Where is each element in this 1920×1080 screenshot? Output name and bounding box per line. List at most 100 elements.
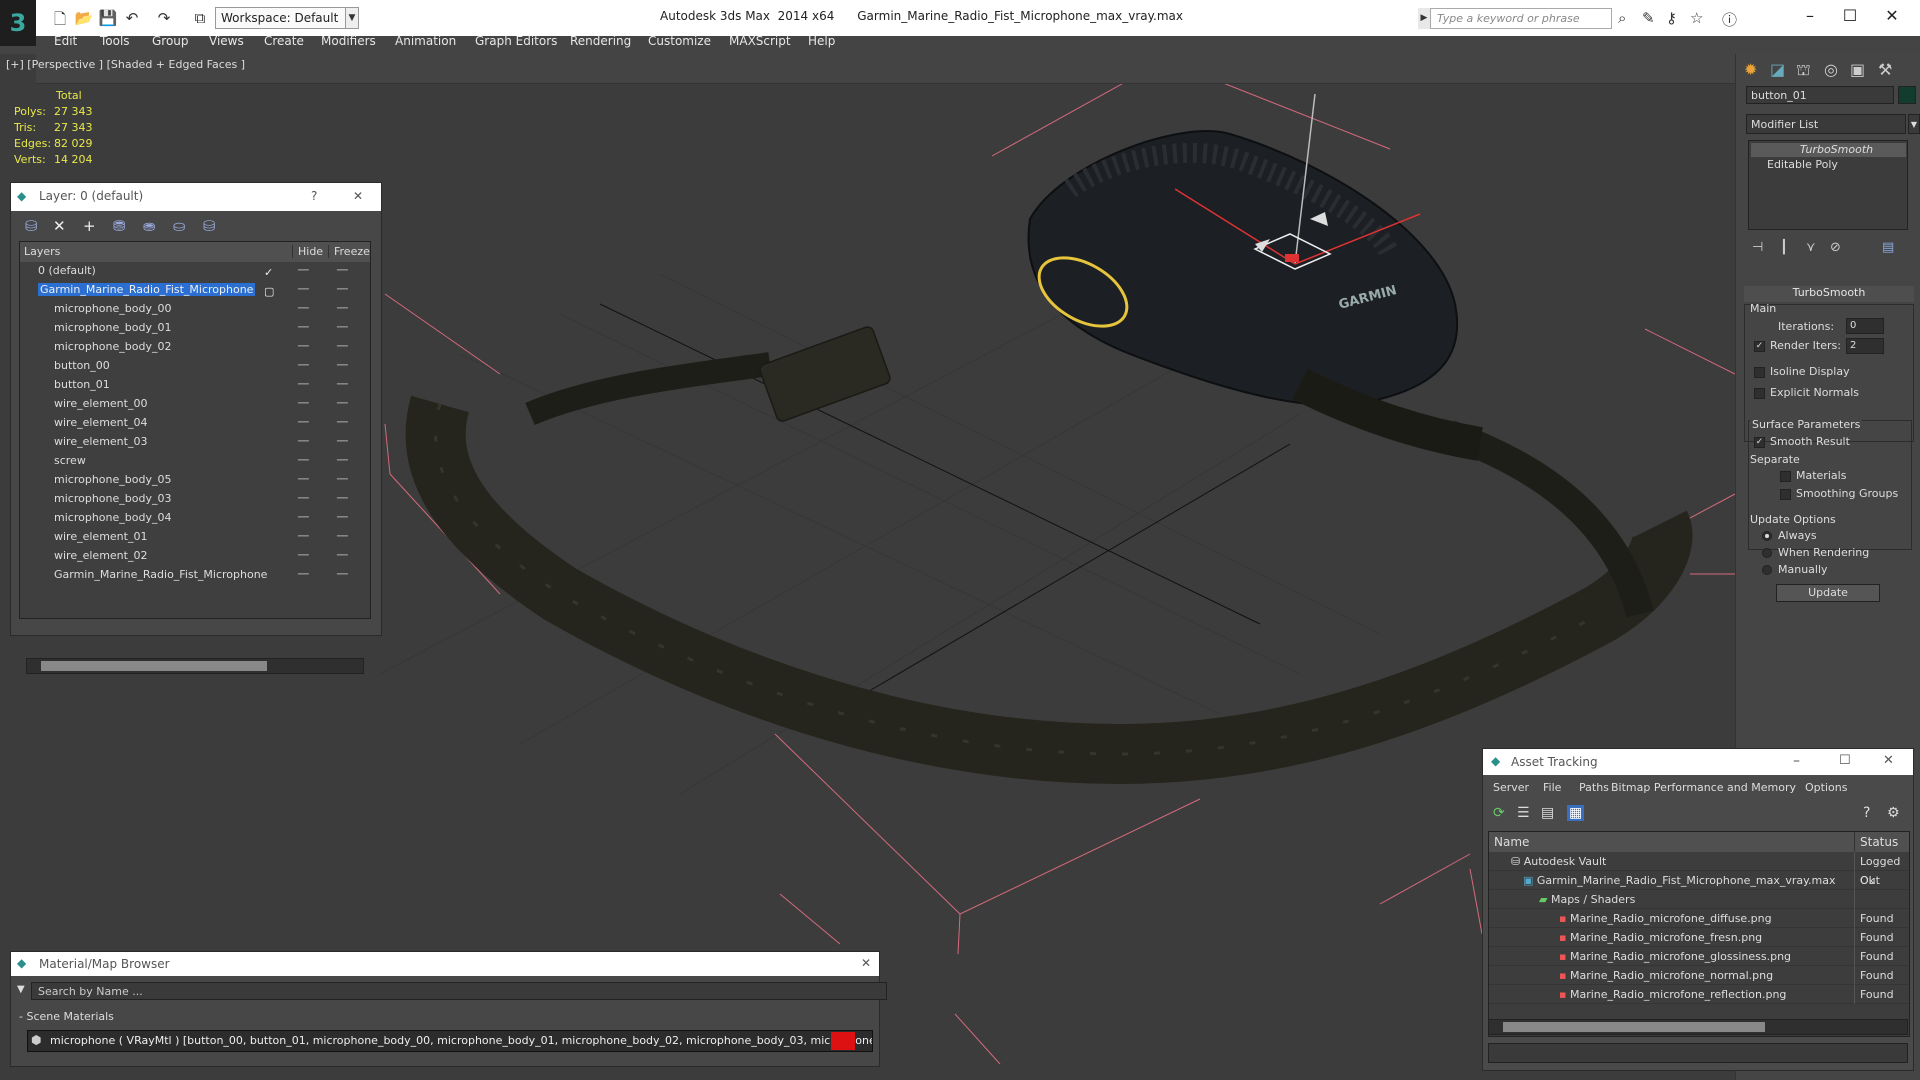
help-icon[interactable]: ⓘ <box>1722 9 1737 30</box>
close-button[interactable]: ✕ <box>1872 6 1912 25</box>
favorites-star-icon[interactable]: ☆ <box>1690 9 1703 27</box>
iterations-spinner[interactable]: 0 <box>1846 318 1884 334</box>
undo-icon[interactable]: ↶ <box>122 9 142 27</box>
menu-graph-editors[interactable]: Graph Editors <box>475 34 557 48</box>
menu-group[interactable]: Group <box>152 34 189 48</box>
layer-row[interactable]: button_01 ━━ ━━ <box>20 376 370 395</box>
layer-row[interactable]: wire_element_02 ━━ ━━ <box>20 547 370 566</box>
horizontal-scrollbar[interactable] <box>26 658 364 674</box>
menu-file[interactable]: File <box>1543 781 1561 794</box>
modify-tab-icon[interactable]: ◪ <box>1770 60 1785 79</box>
menu-rendering[interactable]: Rendering <box>570 34 631 48</box>
layer-row[interactable]: button_00 ━━ ━━ <box>20 357 370 376</box>
object-name-field[interactable]: button_01 <box>1746 86 1894 104</box>
maximize-button[interactable]: ☐ <box>1839 753 1851 768</box>
layer-row[interactable]: microphone_body_04 ━━ ━━ <box>20 509 370 528</box>
hide-all-icon[interactable]: ⛀ <box>173 217 186 235</box>
material-item[interactable]: microphone ( VRayMtl ) [button_00, butto… <box>27 1030 873 1052</box>
when-rendering-radio[interactable] <box>1762 548 1772 558</box>
redo-icon[interactable]: ↷ <box>154 9 174 27</box>
settings-icon[interactable]: ⚙ <box>1887 805 1900 821</box>
menu-paths[interactable]: Paths <box>1579 781 1609 794</box>
asset-row[interactable]: ▪ Marine_Radio_microfone_reflection.png F… <box>1489 985 1909 1004</box>
menu-views[interactable]: Views <box>209 34 244 48</box>
menu-create[interactable]: Create <box>264 34 304 48</box>
menu-animation[interactable]: Animation <box>395 34 456 48</box>
isoline-checkbox[interactable] <box>1754 367 1765 378</box>
detail-view-icon[interactable]: ▤ <box>1541 805 1554 821</box>
menu-bitmap-performance[interactable]: Bitmap Performance and Memory <box>1611 781 1796 794</box>
asset-row[interactable]: ▪ Marine_Radio_microfone_normal.png Found <box>1489 966 1909 985</box>
save-icon[interactable]: 💾 <box>98 9 118 27</box>
show-end-result-icon[interactable]: ┃ <box>1780 240 1788 255</box>
hierarchy-tab-icon[interactable]: ⛫ <box>1796 60 1811 81</box>
smooth-result-checkbox[interactable]: ✓ <box>1754 437 1765 448</box>
horizontal-scrollbar[interactable] <box>1488 1019 1908 1035</box>
layer-row[interactable]: microphone_body_03 ━━ ━━ <box>20 490 370 509</box>
minimize-button[interactable]: – <box>1790 6 1830 25</box>
chevron-right-icon[interactable]: ▶ <box>1418 8 1430 29</box>
menu-tools[interactable]: Tools <box>100 34 130 48</box>
scene-materials-section[interactable]: - Scene Materials <box>19 1010 875 1026</box>
col-hide[interactable]: Hide <box>292 245 323 258</box>
search-options-icon[interactable]: ▼ <box>17 984 25 995</box>
minimize-button[interactable]: – <box>1793 753 1800 769</box>
menu-help[interactable]: Help <box>808 34 835 48</box>
search-input[interactable]: Type a keyword or phrase <box>1430 8 1612 29</box>
col-freeze[interactable]: Freeze <box>328 245 370 258</box>
asset-row[interactable]: ▪ Marine_Radio_microfone_diffuse.png Foun… <box>1489 909 1909 928</box>
refresh-icon[interactable]: ⟳ <box>1493 805 1505 821</box>
asset-row[interactable]: ▰ Maps / Shaders <box>1489 890 1909 909</box>
chevron-down-icon[interactable]: ▼ <box>345 7 359 29</box>
menu-customize[interactable]: Customize <box>648 34 711 48</box>
chevron-down-icon[interactable]: ▼ <box>1908 114 1920 134</box>
binoculars-icon[interactable]: ⌕ <box>1618 9 1626 27</box>
asset-row[interactable]: ⛁ Autodesk Vault Logged Out <box>1489 852 1909 887</box>
layer-row[interactable]: microphone_body_00 ━━ ━━ <box>20 300 370 319</box>
materials-checkbox[interactable] <box>1780 471 1791 482</box>
close-icon[interactable]: ✕ <box>353 189 363 203</box>
open-file-icon[interactable]: 📂 <box>74 9 94 27</box>
col-status[interactable]: Status <box>1854 832 1898 852</box>
app-logo-icon[interactable]: 3 <box>0 0 36 46</box>
stack-item-editable-poly[interactable]: Editable Poly <box>1751 158 1906 172</box>
asset-row[interactable]: ▪ Marine_Radio_microfone_glossiness.png F… <box>1489 947 1909 966</box>
add-icon[interactable]: + <box>83 217 96 235</box>
delete-icon[interactable]: ✕ <box>53 217 66 235</box>
remove-modifier-icon[interactable]: ⊘ <box>1830 240 1841 255</box>
turbosmooth-rollout-header[interactable]: TurboSmooth <box>1744 286 1914 302</box>
smoothing-groups-checkbox[interactable] <box>1780 489 1791 500</box>
layer-row[interactable]: wire_element_01 ━━ ━━ <box>20 528 370 547</box>
display-tab-icon[interactable]: ▣ <box>1850 60 1865 79</box>
configure-sets-icon[interactable]: ▤ <box>1882 240 1894 255</box>
layer-row[interactable]: wire_element_04 ━━ ━━ <box>20 414 370 433</box>
freeze-all-icon[interactable]: ⛁ <box>203 217 216 235</box>
layer-row[interactable]: wire_element_03 ━━ ━━ <box>20 433 370 452</box>
menu-maxscript[interactable]: MAXScript <box>729 34 791 48</box>
manually-radio[interactable] <box>1762 565 1772 575</box>
motion-tab-icon[interactable]: ◎ <box>1824 60 1838 79</box>
table-view-icon[interactable]: ▦ <box>1567 805 1585 821</box>
select-layer-icon[interactable]: ⛃ <box>113 217 126 235</box>
layer-row[interactable]: microphone_body_05 ━━ ━━ <box>20 471 370 490</box>
scrollbar-thumb[interactable] <box>1503 1022 1765 1032</box>
set-current-icon[interactable]: ▢ <box>264 285 274 298</box>
menu-options[interactable]: Options <box>1805 781 1847 794</box>
communication-icon[interactable]: ✎ <box>1642 9 1655 27</box>
material-browser-header[interactable]: ◆ Material/Map Browser ✕ <box>11 952 879 976</box>
make-unique-icon[interactable]: ⋎ <box>1806 240 1816 255</box>
pin-stack-icon[interactable]: ⊣ <box>1752 240 1763 255</box>
help-icon[interactable]: ? <box>1863 805 1870 821</box>
layer-row[interactable]: Garmin_Marine_Radio_Fist_Microphone ━━ ━━ <box>20 566 370 585</box>
layer-row[interactable]: microphone_body_02 ━━ ━━ <box>20 338 370 357</box>
help-icon[interactable]: ? <box>311 189 317 203</box>
viewport-label[interactable]: [+] [Perspective ] [Shaded + Edged Faces… <box>6 58 245 71</box>
layer-new-icon[interactable]: ⛁ <box>25 217 38 235</box>
close-button[interactable]: ✕ <box>1883 753 1894 768</box>
layer-row[interactable]: Garmin_Marine_Radio_Fist_Microphone ▢ ━━ ━━ <box>20 281 370 300</box>
workspace-dropdown[interactable]: Workspace: Default <box>215 7 349 29</box>
menu-modifiers[interactable]: Modifiers <box>321 34 376 48</box>
always-radio[interactable] <box>1762 531 1772 541</box>
col-name[interactable]: Name <box>1494 835 1529 849</box>
scrollbar-thumb[interactable] <box>41 661 267 671</box>
